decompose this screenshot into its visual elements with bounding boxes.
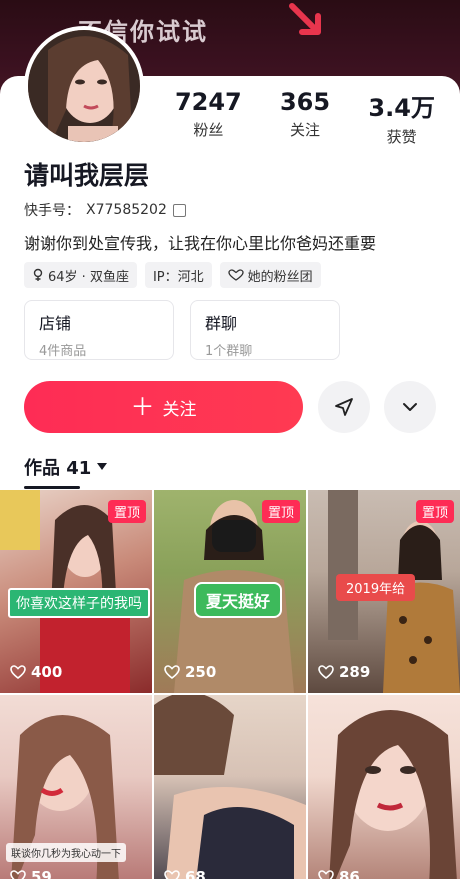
like-count: 250 [164,663,216,681]
stat-label: 关注 [290,121,321,139]
like-count: 86 [318,868,360,879]
pinned-badge: 置顶 [261,500,300,523]
video-caption: 你喜欢这样子的我吗 [8,588,150,618]
work-item[interactable]: 置顶 夏天挺好 250 [154,490,306,693]
like-count-value: 86 [339,868,360,879]
avatar-image [28,30,140,142]
like-count: 68 [164,868,206,879]
like-count: 59 [10,868,52,879]
tag-text: IP：河北 [152,269,204,285]
shop-card[interactable]: 店铺 4件商品 [24,300,174,360]
tab-works-label: 作品 41 [24,458,92,479]
copy-icon[interactable] [172,203,186,217]
profile-name: 请叫我层层 [24,161,150,190]
video-caption: 联谈你几秒为我心动一下 [6,843,126,862]
tab-works[interactable]: 作品 41 [24,454,108,480]
card-sub: 4件商品 [39,344,87,359]
heart-icon [10,870,26,879]
follow-label: 关注 [162,399,197,420]
group-chat-card[interactable]: 群聊 1个群聊 [190,300,340,360]
tag-text: 她的粉丝团 [247,269,313,285]
heart-icon [164,665,180,679]
follow-button[interactable]: ＋ 关注 [24,381,303,433]
profile-sheet: 7247 粉丝 365 关注 3.4万 获赞 请叫我层层 快手号： X77585… [0,26,460,879]
arrow-down-icon [289,3,321,35]
tag-fan-club[interactable]: 她的粉丝团 [219,262,321,288]
heart-icon [10,665,26,679]
uid-row[interactable]: 快手号： X77585202 [24,200,186,220]
like-count-value: 59 [31,868,52,879]
heart-icon [164,870,180,879]
pinned-badge: 置顶 [107,500,146,523]
uid-label: 快手号： [24,203,80,219]
like-count-value: 68 [185,868,206,879]
work-thumbnail [154,695,306,879]
share-button[interactable] [318,381,370,433]
work-item[interactable]: 68 [154,695,306,879]
send-icon [335,398,353,416]
heart-icon [318,870,334,879]
work-item[interactable]: 置顶 你喜欢这样子的我吗 400 [0,490,152,693]
work-item[interactable]: 86 [308,695,460,879]
stat-label: 获赞 [386,128,417,146]
work-item[interactable]: 置顶 2019年给 289 [308,490,460,693]
like-count-value: 289 [339,663,371,681]
card-title: 店铺 [39,314,72,333]
like-count: 289 [318,663,370,681]
heart-outline-icon [227,269,244,281]
like-count-value: 250 [185,663,217,681]
stat-value: 7247 [174,88,242,116]
more-button[interactable] [384,381,436,433]
tag-text: 64岁 · 双鱼座 [48,269,129,285]
profile-bio: 谢谢你到处宣传我，让我在你心里比你爸妈还重要 [24,234,377,253]
stat-value: 365 [279,88,331,116]
stat-likes[interactable]: 3.4万 获赞 [353,88,450,148]
like-count: 400 [10,663,62,681]
tag-ip: IP：河北 [144,262,212,288]
stats-row: 7247 粉丝 365 关注 3.4万 获赞 [160,88,450,148]
card-title: 群聊 [205,314,238,333]
avatar[interactable] [24,26,144,146]
uid-value: X77585202 [86,202,167,218]
caret-down-icon [97,463,108,470]
like-count-value: 400 [31,663,63,681]
works-grid: 置顶 你喜欢这样子的我吗 400 置顶 夏天挺好 250 置顶 2019年给 2… [0,490,460,879]
tab-underline [24,486,80,489]
work-item[interactable]: 联谈你几秒为我心动一下 59 [0,695,152,879]
stat-following[interactable]: 365 关注 [257,88,354,148]
tag-age: 64岁 · 双鱼座 [24,262,137,288]
video-caption: 夏天挺好 [194,582,283,618]
pinned-badge: 置顶 [415,500,454,523]
stat-value: 3.4万 [368,94,435,122]
stat-fans[interactable]: 7247 粉丝 [160,88,257,148]
card-sub: 1个群聊 [205,344,253,359]
profile-cards: 店铺 4件商品 群聊 1个群聊 [24,300,340,360]
stat-label: 粉丝 [193,121,224,139]
plus-icon: ＋ [130,393,155,421]
female-icon [33,268,43,281]
heart-icon [318,665,334,679]
video-caption: 2019年给 [336,574,416,601]
work-thumbnail [329,710,457,879]
chevron-down-icon [403,403,417,411]
profile-tags: 64岁 · 双鱼座 IP：河北 她的粉丝团 [24,262,321,288]
